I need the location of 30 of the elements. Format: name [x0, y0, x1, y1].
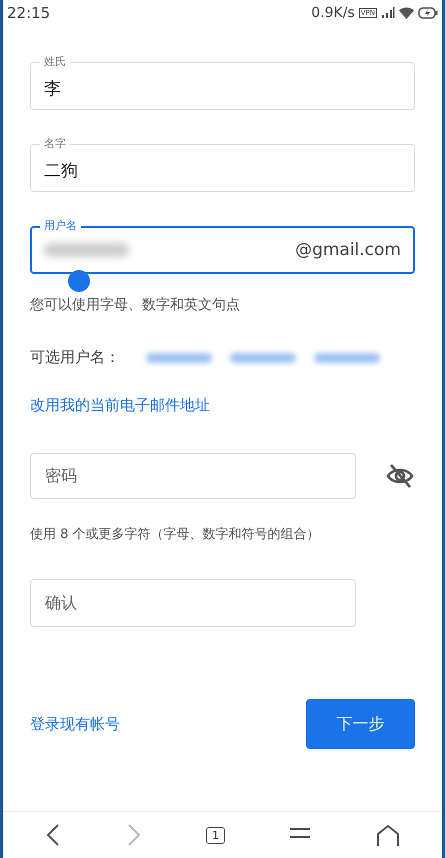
back-icon[interactable] [45, 823, 62, 847]
field-value: 李 [44, 78, 61, 100]
blurred-text [230, 352, 296, 362]
blurred-text [146, 352, 212, 362]
text-field[interactable]: 姓氏 李 [30, 54, 415, 110]
blurred-text [314, 352, 380, 362]
field-value: 二狗 [44, 160, 78, 182]
email-suffix: @gmail.com [295, 240, 401, 260]
suggestions-label: 可选用户名： [30, 348, 120, 367]
signal-icon [381, 7, 395, 19]
placeholder: 密码 [45, 466, 77, 486]
field-label: 姓氏 [40, 54, 70, 70]
clock-time: 22:15 [7, 4, 50, 22]
text-field[interactable]: 名字 二狗 [30, 136, 415, 192]
placeholder: 确认 [45, 592, 77, 614]
hint-text: 使用 8 个或更多字符（字母、数字和符号的组合） [30, 526, 321, 543]
home-icon[interactable] [376, 824, 400, 846]
network-speed: 0.9K/s [311, 5, 355, 21]
tab-count-button[interactable]: 1 [206, 826, 225, 844]
wifi-icon [399, 7, 414, 19]
password-field[interactable]: 密码 [30, 453, 356, 499]
username-field[interactable]: 用户名 @gmail.com [30, 218, 415, 274]
eye-off-icon[interactable] [386, 463, 414, 489]
sign-in-link[interactable]: 登录现有帐号 [30, 714, 120, 734]
battery-icon [418, 7, 438, 19]
hint-text: 您可以使用字母、数字和英文句点 [30, 296, 241, 314]
use-email-link[interactable]: 改用我的当前电子邮件地址 [30, 396, 415, 415]
cursor-handle[interactable] [68, 270, 90, 292]
confirm-field[interactable]: 确认 [30, 579, 356, 627]
next-button[interactable]: 下一步 [306, 699, 415, 749]
